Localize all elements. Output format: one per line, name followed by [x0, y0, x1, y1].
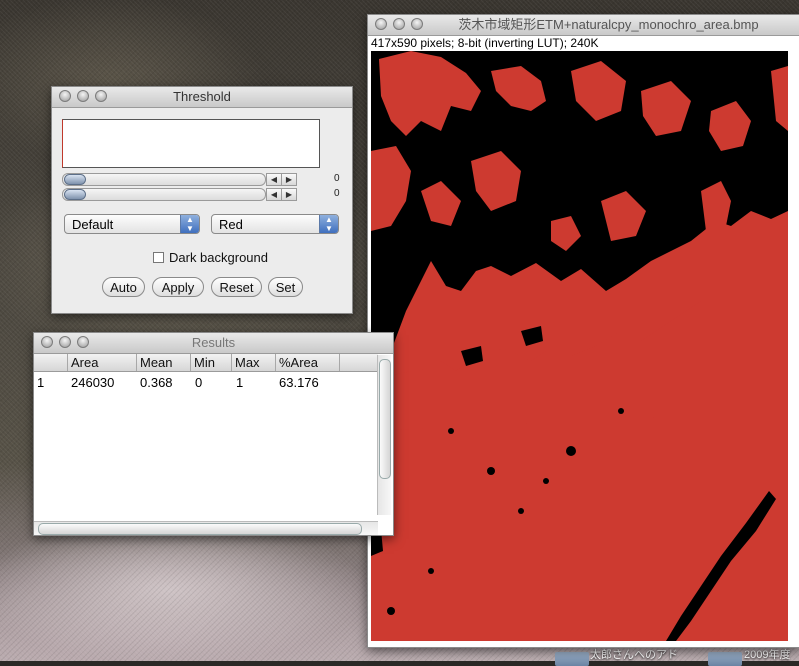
- column-header-mean[interactable]: Mean: [137, 354, 191, 371]
- cell-mean: 0.368: [140, 375, 173, 390]
- slider-right-arrow-icon[interactable]: ▶: [281, 173, 297, 186]
- zoom-button[interactable]: [77, 336, 89, 348]
- slider-right-arrow-icon[interactable]: ▶: [281, 188, 297, 201]
- results-window-titlebar[interactable]: Results: [34, 333, 393, 354]
- slider-track[interactable]: [62, 173, 266, 186]
- cell-max: 1: [236, 375, 244, 390]
- threshold-window-titlebar[interactable]: Threshold: [52, 87, 352, 108]
- select-arrows-icon[interactable]: ▲ ▼: [319, 215, 338, 233]
- results-table-header: Area Mean Min Max %Area: [34, 354, 378, 372]
- desktop-icon-label[interactable]: 太郎さんへのアド: [590, 646, 678, 662]
- vertical-scroll-thumb[interactable]: [379, 359, 391, 479]
- display-mode-select[interactable]: Red ▲ ▼: [211, 214, 339, 234]
- dark-background-checkbox[interactable]: [153, 252, 164, 263]
- slider-thumb[interactable]: [64, 189, 86, 200]
- set-button[interactable]: Set: [268, 277, 303, 297]
- apply-button[interactable]: Apply: [152, 277, 204, 297]
- dark-background-label: Dark background: [169, 250, 268, 265]
- column-header-area[interactable]: Area: [68, 354, 137, 371]
- folder-icon[interactable]: [708, 652, 742, 666]
- slider-thumb[interactable]: [64, 174, 86, 185]
- results-window-title: Results: [191, 335, 236, 350]
- threshold-window[interactable]: Threshold ◀ ▶ 0 ◀ ▶ 0 Default ▲ ▼ Red ▲ ▼ …: [51, 86, 353, 314]
- upper-threshold-value: 0: [334, 188, 340, 199]
- cell-min: 0: [195, 375, 203, 390]
- image-info-bar: 417x590 pixels; 8-bit (inverting LUT); 2…: [368, 36, 799, 50]
- column-header-min[interactable]: Min: [191, 354, 232, 371]
- lower-threshold-slider[interactable]: ◀ ▶: [62, 173, 337, 186]
- method-select[interactable]: Default ▲ ▼: [64, 214, 200, 234]
- vertical-scrollbar[interactable]: [377, 355, 391, 515]
- close-button[interactable]: [41, 336, 53, 348]
- cell-area: 246030: [71, 375, 115, 390]
- desktop-icon-label[interactable]: 2009年度: [744, 646, 790, 662]
- minimize-button[interactable]: [59, 336, 71, 348]
- cell-percent-area: 63.176: [279, 375, 319, 390]
- dark-background-option[interactable]: Dark background: [153, 250, 268, 265]
- close-button[interactable]: [375, 18, 387, 30]
- image-window[interactable]: 茨木市域矩形ETM+naturalcpy_monochro_area.bmp 4…: [367, 14, 799, 648]
- column-header-max[interactable]: Max: [232, 354, 276, 371]
- threshold-histogram: [62, 119, 320, 168]
- results-window[interactable]: Results Area Mean Min Max %Area 1 246030…: [33, 332, 394, 536]
- method-select-value: Default: [72, 217, 114, 232]
- lower-threshold-value: 0: [334, 173, 340, 184]
- horizontal-scroll-thumb[interactable]: [38, 523, 362, 535]
- reset-button[interactable]: Reset: [211, 277, 262, 297]
- column-header-percent-area[interactable]: %Area: [276, 354, 340, 371]
- close-button[interactable]: [59, 90, 71, 102]
- image-window-titlebar[interactable]: 茨木市域矩形ETM+naturalcpy_monochro_area.bmp: [368, 15, 799, 36]
- slider-left-arrow-icon[interactable]: ◀: [266, 188, 282, 201]
- thresholded-image-canvas[interactable]: [371, 51, 788, 641]
- threshold-window-title: Threshold: [173, 89, 231, 104]
- display-mode-select-value: Red: [219, 217, 243, 232]
- image-window-title: 茨木市域矩形ETM+naturalcpy_monochro_area.bmp: [458, 17, 759, 32]
- slider-track[interactable]: [62, 188, 266, 201]
- folder-icon[interactable]: [555, 652, 589, 666]
- upper-threshold-slider[interactable]: ◀ ▶: [62, 188, 337, 201]
- zoom-button[interactable]: [95, 90, 107, 102]
- zoom-button[interactable]: [411, 18, 423, 30]
- auto-button[interactable]: Auto: [102, 277, 145, 297]
- select-arrows-icon[interactable]: ▲ ▼: [180, 215, 199, 233]
- cell-index: 1: [37, 375, 45, 390]
- horizontal-scrollbar[interactable]: [34, 521, 378, 535]
- slider-left-arrow-icon[interactable]: ◀: [266, 173, 282, 186]
- minimize-button[interactable]: [393, 18, 405, 30]
- column-header-index[interactable]: [34, 354, 68, 371]
- minimize-button[interactable]: [77, 90, 89, 102]
